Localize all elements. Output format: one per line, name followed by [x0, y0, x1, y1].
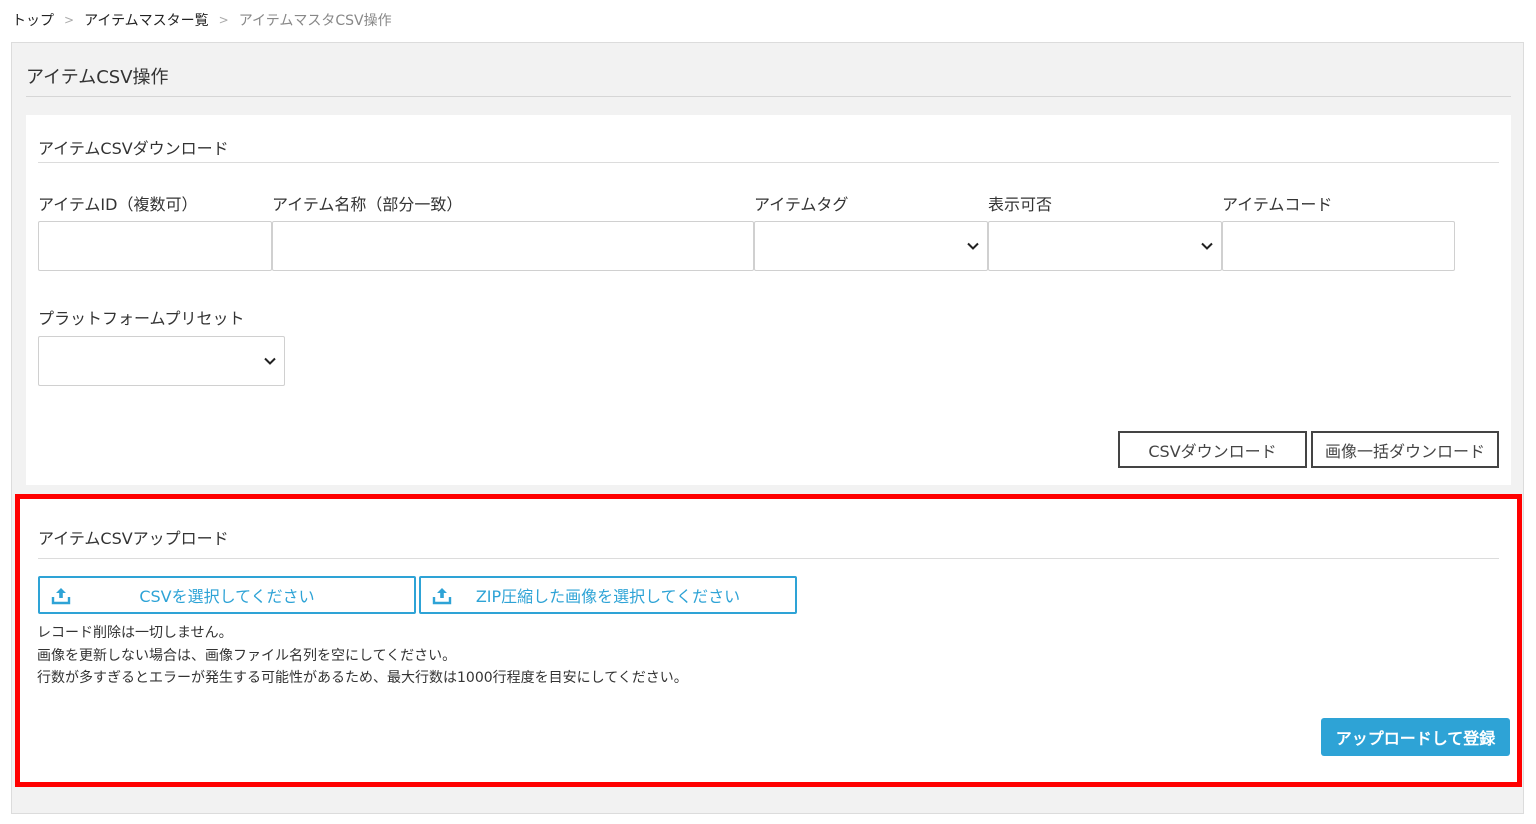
display-select[interactable]	[988, 221, 1222, 271]
platform-preset-label: プラットフォームプリセット	[38, 309, 245, 328]
select-zip-images-button[interactable]: ZIP圧縮した画像を選択してください	[419, 576, 797, 614]
display-label: 表示可否	[988, 195, 1053, 214]
item-name-input[interactable]	[272, 221, 754, 271]
csv-download-panel: アイテムCSVダウンロード アイテムID（複数可） アイテム名称（部分一致） ア…	[26, 115, 1511, 485]
item-name-label: アイテム名称（部分一致）	[272, 195, 463, 214]
breadcrumb-top-link[interactable]: トップ	[12, 10, 54, 30]
breadcrumb-separator: >	[218, 13, 229, 27]
upload-note: 画像を更新しない場合は、画像ファイル名列を空にしてください。	[37, 647, 457, 664]
csv-upload-panel: アイテムCSVアップロード CSVを選択してください ZIP圧縮した画像を選択し…	[15, 494, 1522, 787]
item-code-label: アイテムコード	[1222, 195, 1333, 214]
title-divider	[26, 96, 1511, 97]
platform-preset-select[interactable]	[38, 336, 285, 386]
item-tag-select[interactable]	[754, 221, 988, 271]
upload-note: 行数が多すぎるとエラーが発生する可能性があるため、最大行数は1000行程度を目安…	[37, 670, 688, 686]
breadcrumb-current: アイテムマスタCSV操作	[238, 13, 392, 29]
chevron-down-icon	[264, 357, 276, 365]
upload-and-register-button[interactable]: アップロードして登録	[1321, 718, 1510, 756]
image-bulk-download-button[interactable]: 画像一括ダウンロード	[1311, 431, 1499, 468]
item-id-input[interactable]	[38, 221, 272, 271]
breadcrumb: トップ > アイテムマスター覧 > アイテムマスタCSV操作	[12, 10, 392, 30]
breadcrumb-separator: >	[64, 13, 75, 27]
item-id-label: アイテムID（複数可）	[38, 195, 198, 214]
chevron-down-icon	[967, 242, 979, 250]
csv-download-button[interactable]: CSVダウンロード	[1118, 431, 1307, 468]
chevron-down-icon	[1201, 242, 1213, 250]
upload-section-divider	[38, 558, 1499, 559]
download-section-divider	[38, 162, 1499, 163]
select-csv-label: CSVを選択してください	[139, 587, 315, 606]
select-zip-label: ZIP圧縮した画像を選択してください	[475, 587, 741, 606]
item-tag-label: アイテムタグ	[754, 195, 849, 214]
upload-section-title: アイテムCSVアップロード	[38, 529, 229, 548]
download-section-title: アイテムCSVダウンロード	[38, 139, 229, 158]
breadcrumb-item-master-link[interactable]: アイテムマスター覧	[84, 10, 209, 30]
upload-note: レコード削除は一切しません。	[37, 625, 233, 641]
upload-notes: レコード削除は一切しません。 画像を更新しない場合は、画像ファイル名列を空にして…	[37, 622, 688, 690]
select-csv-button[interactable]: CSVを選択してください	[38, 576, 416, 614]
page-title: アイテムCSV操作	[26, 67, 169, 88]
item-code-input[interactable]	[1222, 221, 1455, 271]
content-container: アイテムCSV操作 アイテムCSVダウンロード アイテムID（複数可） アイテム…	[11, 42, 1524, 814]
